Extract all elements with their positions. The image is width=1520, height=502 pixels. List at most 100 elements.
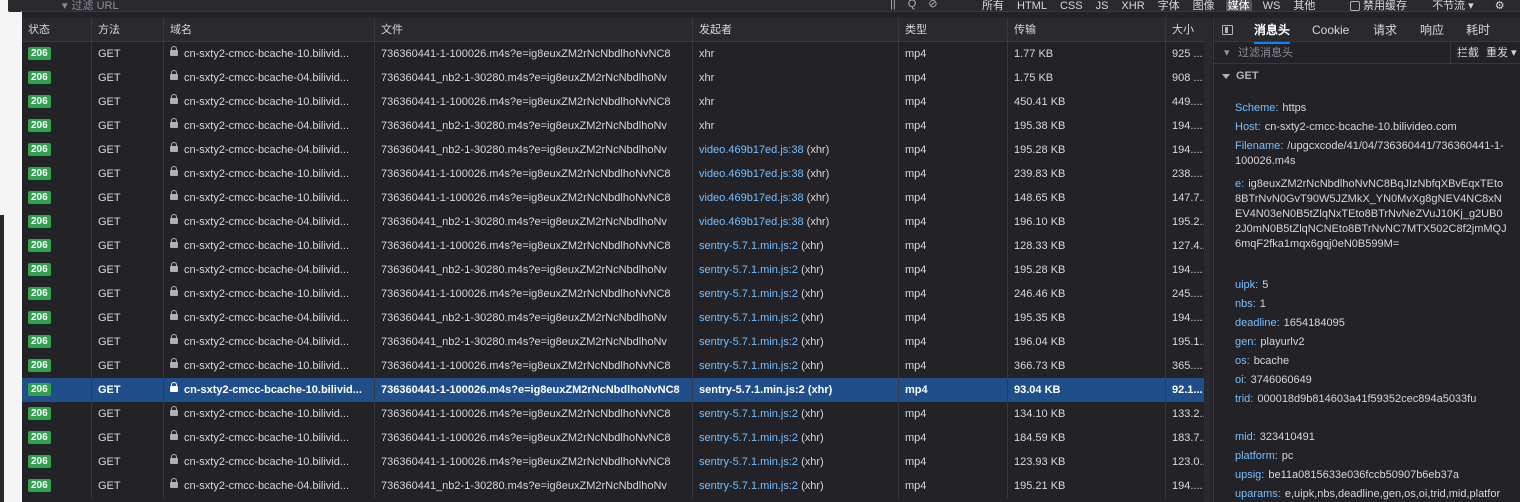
- page-edge: [0, 0, 22, 502]
- domain-cell: cn-sxty2-cmcc-bcache-10.bilivid...: [164, 402, 375, 426]
- initiator-link: xhr: [699, 72, 715, 84]
- status-badge: 206: [28, 143, 51, 156]
- table-row[interactable]: 206 GET cn-sxty2-cmcc-bcache-10.bilivid...…: [22, 186, 1212, 210]
- search-icon[interactable]: Q: [908, 0, 917, 10]
- headers-filter[interactable]: ▾ 过滤消息头 拦截 重发 ▾: [1214, 42, 1520, 64]
- domain-text: cn-sxty2-cmcc-bcache-04.bilivid...: [184, 72, 350, 84]
- header-key: gen:: [1235, 336, 1257, 348]
- url-filter[interactable]: ▾ 过滤 URL: [62, 0, 119, 11]
- initiator-link[interactable]: video.469b17ed.js:38: [699, 168, 804, 180]
- trash-icon[interactable]: [8, 0, 22, 12]
- initiator-link[interactable]: sentry-5.7.1.min.js:2: [699, 480, 798, 492]
- table-row[interactable]: 206 GET cn-sxty2-cmcc-bcache-04.bilivid...…: [22, 114, 1212, 138]
- table-row[interactable]: 206 GET cn-sxty2-cmcc-bcache-04.bilivid...…: [22, 330, 1212, 354]
- initiator-link[interactable]: sentry-5.7.1.min.js:2: [699, 456, 798, 468]
- type-filter-6[interactable]: 图像: [1191, 0, 1217, 11]
- col-method[interactable]: 方法: [92, 18, 164, 42]
- type-filter-0[interactable]: 所有: [980, 0, 1006, 11]
- initiator-link[interactable]: sentry-5.7.1.min.js:2: [699, 312, 798, 324]
- initiator-link[interactable]: sentry-5.7.1.min.js:2: [699, 384, 805, 396]
- table-row[interactable]: 206 GET cn-sxty2-cmcc-bcache-10.bilivid...…: [22, 450, 1212, 474]
- initiator-link[interactable]: sentry-5.7.1.min.js:2: [699, 264, 798, 276]
- type-filter-9[interactable]: 其他: [1291, 0, 1317, 11]
- initiator-link[interactable]: video.469b17ed.js:38: [699, 144, 804, 156]
- method-cell: GET: [92, 450, 164, 474]
- disable-cache-checkbox[interactable]: [1350, 1, 1360, 11]
- type-filter-1[interactable]: HTML: [1015, 0, 1049, 11]
- lock-icon: [170, 430, 178, 440]
- table-row[interactable]: 206 GET cn-sxty2-cmcc-bcache-10.bilivid...…: [22, 162, 1212, 186]
- initiator-cell: sentry-5.7.1.min.js:2 (xhr): [693, 234, 899, 258]
- header-key: oi:: [1235, 374, 1247, 386]
- table-row[interactable]: 206 GET cn-sxty2-cmcc-bcache-04.bilivid...…: [22, 66, 1212, 90]
- table-row[interactable]: 206 GET cn-sxty2-cmcc-bcache-10.bilivid...…: [22, 426, 1212, 450]
- initiator-suffix: (xhr): [798, 312, 824, 324]
- initiator-link[interactable]: sentry-5.7.1.min.js:2: [699, 408, 798, 420]
- block-icon[interactable]: ⊘: [928, 0, 937, 10]
- file-cell: 736360441-1-100026.m4s?e=ig8euxZM2rNcNbd…: [375, 42, 693, 66]
- gear-icon[interactable]: ⚙: [1495, 0, 1505, 11]
- initiator-link[interactable]: video.469b17ed.js:38: [699, 216, 804, 228]
- table-row[interactable]: 206 GET cn-sxty2-cmcc-bcache-10.bilivid...…: [22, 354, 1212, 378]
- table-row[interactable]: 206 GET cn-sxty2-cmcc-bcache-04.bilivid...…: [22, 258, 1212, 282]
- table-row[interactable]: 206 GET cn-sxty2-cmcc-bcache-10.bilivid...…: [22, 402, 1212, 426]
- type-filter-2[interactable]: CSS: [1058, 0, 1085, 11]
- type-filter-3[interactable]: JS: [1094, 0, 1111, 11]
- table-row[interactable]: 206 GET cn-sxty2-cmcc-bcache-04.bilivid...…: [22, 138, 1212, 162]
- lock-icon: [170, 310, 178, 320]
- sidebar-toggle-icon[interactable]: [1222, 25, 1233, 35]
- col-type[interactable]: 类型: [899, 18, 1008, 42]
- initiator-cell: sentry-5.7.1.min.js:2 (xhr): [693, 378, 899, 402]
- initiator-cell: sentry-5.7.1.min.js:2 (xhr): [693, 282, 899, 306]
- block-button[interactable]: 拦截: [1450, 42, 1479, 64]
- type-filter-4[interactable]: XHR: [1119, 0, 1146, 11]
- transferred-cell: 450.41 KB: [1008, 90, 1166, 114]
- col-file[interactable]: 文件: [375, 18, 693, 42]
- file-cell: 736360441_nb2-1-30280.m4s?e=ig8euxZM2rNc…: [375, 138, 693, 162]
- col-initiator[interactable]: 发起者: [693, 18, 899, 42]
- resend-button[interactable]: 重发 ▾: [1486, 42, 1517, 64]
- tab-response[interactable]: 响应: [1420, 18, 1444, 42]
- table-row[interactable]: 206 GET cn-sxty2-cmcc-bcache-10.bilivid...…: [22, 42, 1212, 66]
- method-cell: GET: [92, 138, 164, 162]
- request-method-section[interactable]: GET: [1222, 70, 1259, 82]
- file-cell: 736360441_nb2-1-30280.m4s?e=ig8euxZM2rNc…: [375, 66, 693, 90]
- table-row[interactable]: 206 GET cn-sxty2-cmcc-bcache-10.bilivid...…: [22, 90, 1212, 114]
- header-key: platform:: [1235, 450, 1278, 462]
- table-row[interactable]: 206 GET cn-sxty2-cmcc-bcache-04.bilivid...…: [22, 474, 1212, 498]
- disable-cache-label: 禁用缓存: [1363, 0, 1407, 12]
- network-toolbar: ▾ 过滤 URL || Q ⊘ 所有 HTML CSS JS XHR 字体 图像 媒体 WS 其他 禁用…: [22, 0, 1520, 12]
- initiator-link[interactable]: sentry-5.7.1.min.js:2: [699, 336, 798, 348]
- initiator-link[interactable]: sentry-5.7.1.min.js:2: [699, 432, 798, 444]
- details-panel: 消息头 Cookie 请求 响应 耗时 ▾ 过滤消息头 拦截 重发 ▾ GET …: [1213, 18, 1520, 502]
- type-filter-7[interactable]: 媒体: [1225, 0, 1252, 11]
- tab-request[interactable]: 请求: [1373, 18, 1397, 42]
- domain-text: cn-sxty2-cmcc-bcache-10.bilivid...: [184, 360, 350, 372]
- type-cell: mp4: [899, 402, 1008, 426]
- tab-timings[interactable]: 耗时: [1466, 18, 1490, 42]
- header-value: cn-sxty2-cmcc-bcache-10.bilivideo.com: [1264, 121, 1457, 133]
- type-filter-8[interactable]: WS: [1261, 0, 1283, 11]
- initiator-link[interactable]: video.469b17ed.js:38: [699, 192, 804, 204]
- header-key: uipk:: [1235, 279, 1259, 291]
- col-status[interactable]: 状态: [22, 18, 92, 42]
- table-row[interactable]: 206 GET cn-sxty2-cmcc-bcache-04.bilivid...…: [22, 210, 1212, 234]
- initiator-cell: xhr: [693, 66, 899, 90]
- method-cell: GET: [92, 426, 164, 450]
- table-row[interactable]: 206 GET cn-sxty2-cmcc-bcache-10.bilivid...…: [22, 234, 1212, 258]
- tab-cookies[interactable]: Cookie: [1312, 18, 1349, 42]
- col-domain[interactable]: 域名: [164, 18, 375, 42]
- type-filter-5[interactable]: 字体: [1156, 0, 1182, 11]
- table-row[interactable]: 206 GET cn-sxty2-cmcc-bcache-10.bilivid...…: [22, 282, 1212, 306]
- header-field: platform: pc: [1235, 449, 1507, 464]
- col-transferred[interactable]: 传输: [1008, 18, 1166, 42]
- tab-headers[interactable]: 消息头: [1254, 18, 1291, 44]
- initiator-link[interactable]: sentry-5.7.1.min.js:2: [699, 288, 798, 300]
- initiator-link[interactable]: sentry-5.7.1.min.js:2: [699, 360, 798, 372]
- table-scrollbar[interactable]: [1204, 18, 1212, 502]
- throttle-select[interactable]: 不节流 ▾: [1432, 0, 1474, 11]
- table-row[interactable]: 206 GET cn-sxty2-cmcc-bcache-04.bilivid...…: [22, 306, 1212, 330]
- initiator-link[interactable]: sentry-5.7.1.min.js:2: [699, 240, 798, 252]
- table-row[interactable]: 206 GET cn-sxty2-cmcc-bcache-10.bilivid...…: [22, 378, 1212, 402]
- pause-icon[interactable]: ||: [890, 0, 896, 10]
